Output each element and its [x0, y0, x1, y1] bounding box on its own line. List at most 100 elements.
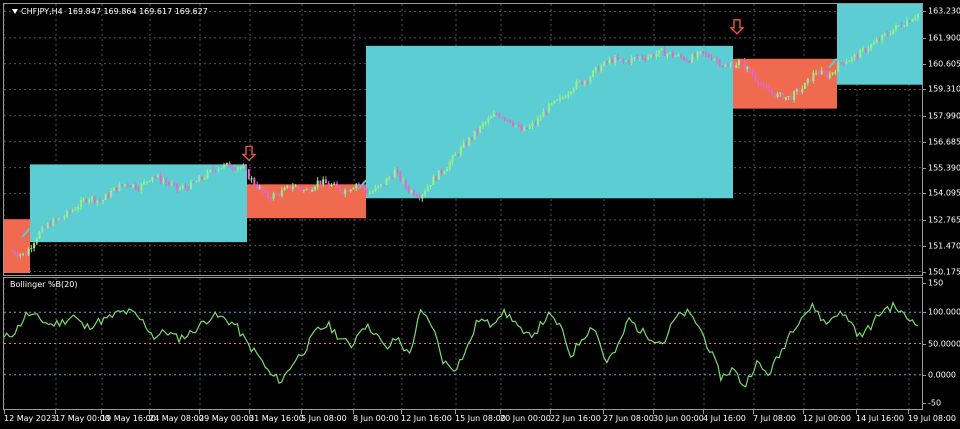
candle-body [322, 179, 325, 185]
price-tick-label: 156.685 [928, 137, 960, 147]
candle-body [85, 199, 88, 203]
price-axis[interactable]: 163.230 161.900 160.605 159.310 157.990 156.6… [922, 3, 960, 276]
candle-body [608, 59, 611, 63]
time-tick-label: 14 Jul 16:00 [856, 414, 904, 423]
candle-body [35, 238, 38, 244]
candle-body [264, 191, 267, 193]
time-tick-label: 27 Jun 08:00 [603, 414, 654, 423]
candle-body [311, 189, 314, 192]
candle-body [308, 189, 311, 192]
candle-body [870, 44, 873, 49]
candle-body [19, 254, 22, 256]
candle-body [112, 187, 115, 191]
candle-body [512, 122, 515, 126]
candle-body [368, 193, 371, 195]
candle-body [892, 29, 895, 35]
candle-body [594, 67, 597, 71]
candle-body [578, 81, 581, 83]
candle-body [41, 227, 44, 233]
candle-body [856, 55, 859, 59]
candle-body [256, 184, 259, 189]
candle-body [520, 125, 523, 131]
ohlc-readout: 169.847 169.864 169.617 169.627 [67, 7, 208, 16]
candle-body [366, 189, 369, 194]
candle-body [247, 169, 250, 180]
candle-body [291, 186, 294, 189]
candle-body [115, 187, 118, 192]
candle-body [283, 187, 286, 191]
indicator-tick-label: -50 [928, 398, 942, 408]
candle-body [421, 194, 424, 199]
candle-body [99, 200, 102, 202]
candle-body [388, 177, 391, 179]
candle-body [567, 93, 570, 98]
candle-body [586, 81, 589, 83]
price-chart[interactable] [4, 4, 922, 275]
candle-body [324, 179, 327, 184]
candle-body [837, 62, 840, 72]
indicator-tick-label: 0.0000 [928, 370, 956, 380]
candle-body [457, 154, 460, 156]
candle-body [559, 97, 562, 100]
candle-body [451, 155, 454, 162]
candle-body [671, 52, 674, 57]
candle-body [385, 178, 388, 185]
candle-body [900, 25, 903, 27]
candle-body [572, 88, 575, 92]
indicator-panel[interactable]: Bollinger %B(20) [3, 277, 923, 410]
candle-body [236, 167, 239, 170]
time-tick-label: 19 Jul 08:00 [908, 414, 956, 423]
candle-body [159, 175, 162, 182]
candle-body [143, 181, 146, 184]
candle-body [355, 184, 358, 188]
candle-body [272, 193, 275, 199]
candle-body [66, 210, 69, 217]
indicator-tick [922, 374, 926, 376]
candle-body [625, 60, 628, 62]
indicator-tick-label: 150 [928, 278, 944, 288]
price-tick [922, 141, 926, 143]
candle-body [305, 189, 308, 191]
candle-body [614, 57, 617, 63]
candle-body [726, 65, 729, 67]
candle-body [189, 181, 192, 190]
candle-body [68, 210, 71, 212]
candle-body [793, 91, 796, 101]
candle-body [38, 232, 41, 239]
candle-body [198, 176, 201, 182]
candle-body [658, 49, 661, 55]
candle-body [245, 166, 248, 170]
candle-body [16, 253, 19, 256]
candle-body [137, 188, 140, 191]
candle-body [223, 164, 226, 168]
time-axis[interactable]: 12 May 2023 17 May 00:00 19 May 16:00 24 Ma… [0, 410, 956, 429]
chart-window[interactable]: CHFJPY,H4 169.847 169.864 169.617 169.62… [0, 0, 960, 429]
indicator-axis[interactable]: 150 100.0000 50.0000 0.0000 -50 [922, 277, 960, 410]
time-tick-label: 12 Jun 16:00 [401, 414, 452, 423]
price-tick-label: 154.095 [928, 188, 960, 198]
price-tick [922, 193, 926, 195]
price-tick [922, 63, 926, 65]
candle-body [655, 54, 658, 57]
candle-body [341, 191, 344, 194]
candle-body [330, 184, 333, 186]
candle-body [669, 52, 672, 54]
indicator-chart[interactable] [4, 278, 922, 409]
candle-body [391, 177, 394, 179]
candle-body [740, 60, 743, 62]
candle-body [217, 168, 220, 171]
indicator-tick [922, 403, 926, 404]
candle-body [374, 187, 377, 192]
candle-body [853, 55, 856, 58]
candle-body [176, 183, 179, 190]
candle-body [258, 187, 261, 189]
candle-body [905, 20, 908, 26]
candle-body [570, 91, 573, 94]
main-chart-panel[interactable]: CHFJPY,H4 169.847 169.864 169.617 169.62… [3, 3, 923, 276]
indicator-tick [922, 343, 926, 345]
candle-body [462, 142, 465, 148]
range-box-5 [837, 4, 922, 85]
candle-body [746, 66, 749, 70]
candle-body [393, 170, 396, 178]
candle-body [619, 59, 622, 61]
